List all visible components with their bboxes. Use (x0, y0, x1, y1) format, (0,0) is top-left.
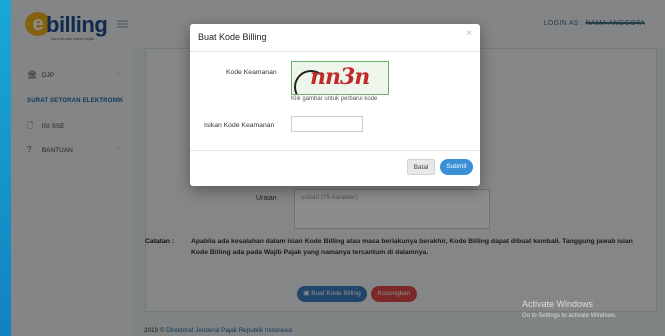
isian-kode-label: Isikan Kode Keamanan (204, 122, 275, 129)
kode-keamanan-label: Kode Keamanan (226, 69, 277, 76)
submit-button[interactable]: Submit (440, 159, 473, 175)
modal-footer-divider (190, 150, 480, 151)
modal-title: Buat Kode Billing (198, 32, 267, 42)
batal-button[interactable]: Batal (407, 159, 435, 175)
modal-header-divider (190, 51, 480, 52)
captcha-text: nn3n (310, 64, 370, 90)
windows-activation-watermark: Activate Windows Go to Settings to activ… (522, 298, 617, 322)
watermark-line1: Activate Windows (522, 299, 594, 309)
captcha-image[interactable]: nn3n (291, 61, 389, 95)
close-icon[interactable]: × (466, 28, 472, 39)
captcha-hint: Klik gambar untuk perbarui kode (291, 96, 378, 102)
watermark-line2: Go to Settings to activate Windows. (522, 313, 617, 319)
security-code-input[interactable] (291, 116, 363, 132)
app-window: e billing cara mudah bayar pajak LOGIN A… (11, 0, 665, 336)
buat-kode-billing-modal: Buat Kode Billing × Kode Keamanan nn3n K… (190, 24, 480, 186)
